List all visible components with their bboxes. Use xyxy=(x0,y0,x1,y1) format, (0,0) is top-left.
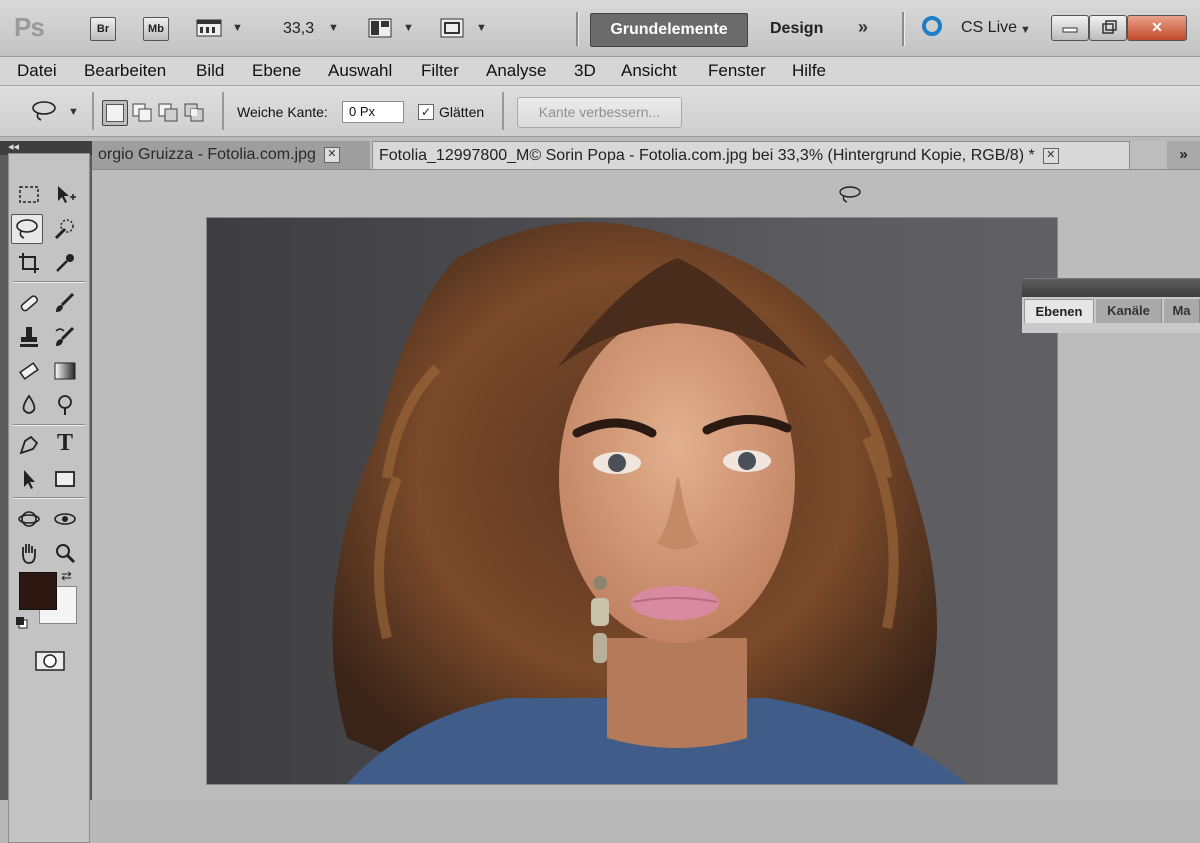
brush-tool-icon[interactable] xyxy=(49,288,81,318)
tools-column: T ⇄ xyxy=(8,153,90,843)
workspace-design-button[interactable]: Design xyxy=(770,20,823,38)
healing-brush-tool-icon[interactable] xyxy=(13,288,45,318)
refine-edge-button[interactable]: Kante verbessern... xyxy=(517,97,682,128)
close-icon[interactable]: ✕ xyxy=(323,146,340,163)
history-brush-tool-icon[interactable] xyxy=(49,322,81,352)
menu-ebene[interactable]: Ebene xyxy=(252,61,301,81)
divider xyxy=(902,12,905,46)
swap-colors-icon[interactable]: ⇄ xyxy=(61,568,72,584)
crop-tool-icon[interactable] xyxy=(13,248,45,278)
menu-3d[interactable]: 3D xyxy=(574,61,596,81)
intersect-selection-icon[interactable] xyxy=(184,103,206,123)
antialias-checkbox[interactable]: ✓ xyxy=(418,104,434,120)
hand-tool-icon[interactable] xyxy=(13,538,45,568)
feather-label: Weiche Kante: xyxy=(237,104,328,120)
tab-ebenen[interactable]: Ebenen xyxy=(1024,299,1094,323)
foreground-color-swatch[interactable] xyxy=(19,572,57,610)
tab-document-1[interactable]: orgio Gruizza - Fotolia.com.jpg ✕ xyxy=(92,141,370,169)
close-window-button[interactable]: ✕ xyxy=(1127,15,1187,41)
tab-kanaele[interactable]: Kanäle xyxy=(1096,299,1162,323)
tab-document-2[interactable]: Fotolia_12997800_M© Sorin Popa - Fotolia… xyxy=(372,141,1130,169)
3d-rotate-tool-icon[interactable] xyxy=(13,504,45,534)
menu-filter[interactable]: Filter xyxy=(421,61,459,81)
3d-orbit-tool-icon[interactable] xyxy=(49,504,81,534)
cs-live-button[interactable]: CS Live xyxy=(961,19,1017,37)
divider xyxy=(502,92,504,130)
mini-bridge-button[interactable]: Mb xyxy=(143,17,169,41)
close-icon[interactable]: ✕ xyxy=(1042,147,1059,164)
path-selection-tool-icon[interactable] xyxy=(13,464,45,494)
tools-panel: ◂◂ T ⇄ xyxy=(0,140,92,843)
chevron-down-icon[interactable]: ▼ xyxy=(476,22,487,34)
document-image[interactable] xyxy=(207,218,1057,784)
screen-mode-icon[interactable] xyxy=(440,17,466,39)
zoom-level[interactable]: 33,3 xyxy=(283,20,314,38)
options-bar: ▼ Weiche Kante: 0 Px ✓ Glätten Kante ver… xyxy=(0,86,1200,137)
add-to-selection-icon[interactable] xyxy=(132,103,154,123)
pen-tool-icon[interactable] xyxy=(13,430,45,460)
antialias-label: Glätten xyxy=(439,104,485,120)
menu-bild[interactable]: Bild xyxy=(196,61,224,81)
divider xyxy=(13,424,85,426)
chevron-down-icon[interactable]: ▼ xyxy=(328,22,339,34)
divider xyxy=(13,497,85,499)
tab-title: Fotolia_12997800_M© Sorin Popa - Fotolia… xyxy=(379,147,1035,164)
menu-analyse[interactable]: Analyse xyxy=(486,61,546,81)
tab-title: orgio Gruizza - Fotolia.com.jpg xyxy=(98,146,316,163)
menu-datei[interactable]: Datei xyxy=(17,61,57,81)
type-tool-icon[interactable]: T xyxy=(49,430,81,460)
quick-mask-icon[interactable] xyxy=(35,650,67,672)
workspace-grundelemente-button[interactable]: Grundelemente xyxy=(590,13,748,47)
divider xyxy=(222,92,224,130)
move-tool-icon[interactable] xyxy=(49,180,81,210)
layers-panel: Ebenen Kanäle Ma xyxy=(1022,278,1200,333)
menu-fenster[interactable]: Fenster xyxy=(708,61,766,81)
menu-hilfe[interactable]: Hilfe xyxy=(792,61,826,81)
panel-header[interactable] xyxy=(1022,279,1200,297)
blur-tool-icon[interactable] xyxy=(13,390,45,420)
view-extras-icon[interactable] xyxy=(196,17,224,39)
divider xyxy=(576,12,579,46)
document-tab-bar: orgio Gruizza - Fotolia.com.jpg ✕ Fotolia… xyxy=(92,141,1200,170)
lasso-tool-icon[interactable] xyxy=(11,214,43,244)
divider xyxy=(92,92,94,130)
new-selection-button[interactable] xyxy=(102,100,128,126)
cs-live-icon xyxy=(922,16,942,36)
restore-button[interactable] xyxy=(1089,15,1127,41)
chevron-down-icon[interactable]: ▼ xyxy=(1020,24,1031,36)
feather-input[interactable]: 0 Px xyxy=(342,101,404,123)
quick-selection-tool-icon[interactable] xyxy=(49,214,81,244)
divider xyxy=(13,281,85,283)
gradient-tool-icon[interactable] xyxy=(49,356,81,386)
rectangle-tool-icon[interactable] xyxy=(49,464,81,494)
eyedropper-tool-icon[interactable] xyxy=(49,248,81,278)
chevron-down-icon[interactable]: ▼ xyxy=(68,106,79,118)
tab-masken[interactable]: Ma xyxy=(1164,299,1200,323)
arrange-documents-icon[interactable] xyxy=(368,17,394,39)
bridge-button[interactable]: Br xyxy=(90,17,116,41)
eraser-tool-icon[interactable] xyxy=(13,356,45,386)
lasso-tool-preset-icon[interactable] xyxy=(30,98,60,124)
default-colors-icon[interactable] xyxy=(15,616,29,630)
menu-bearbeiten[interactable]: Bearbeiten xyxy=(84,61,166,81)
menu-bar: Datei Bearbeiten Bild Ebene Auswahl Filt… xyxy=(0,57,1200,86)
marquee-tool-icon[interactable] xyxy=(13,180,45,210)
chevron-down-icon[interactable]: ▼ xyxy=(403,22,414,34)
menu-ansicht[interactable]: Ansicht xyxy=(621,61,677,81)
minimize-button[interactable] xyxy=(1051,15,1089,41)
chevron-down-icon[interactable]: ▼ xyxy=(232,22,243,34)
collapse-panel-icon[interactable]: ◂◂ xyxy=(8,140,19,153)
dodge-tool-icon[interactable] xyxy=(49,390,81,420)
menu-auswahl[interactable]: Auswahl xyxy=(328,61,392,81)
zoom-tool-icon[interactable] xyxy=(49,538,81,568)
workspace-more-button[interactable]: » xyxy=(858,17,868,38)
clone-stamp-tool-icon[interactable] xyxy=(13,322,45,352)
application-bar: Ps Br Mb ▼ 33,3 ▼ ▼ ▼ Grundelemente Desi… xyxy=(0,0,1200,57)
lasso-cursor-icon xyxy=(836,184,864,208)
tabs-overflow-button[interactable]: » xyxy=(1167,141,1200,169)
photoshop-logo: Ps xyxy=(14,12,45,42)
subtract-from-selection-icon[interactable] xyxy=(158,103,180,123)
